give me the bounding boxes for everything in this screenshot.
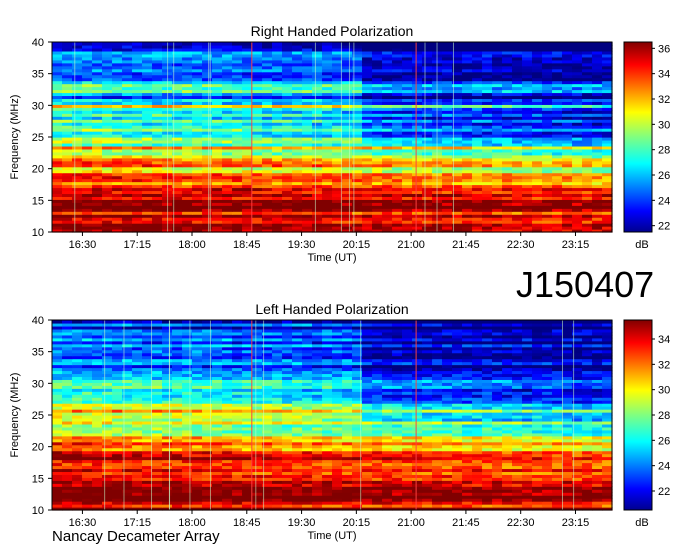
spectrogram-cell [382, 42, 393, 46]
spectrogram-cell [142, 42, 153, 46]
spectrogram-cell [272, 42, 283, 46]
x-tick-label: 21:45 [452, 239, 480, 251]
spectrogram-cell [112, 42, 123, 46]
panel-left-handed: Left Handed Polarization10152025303540Fr… [9, 301, 670, 542]
spectrogram-cell [232, 42, 243, 46]
y-tick-label: 20 [32, 164, 44, 176]
spectrogram-cell [542, 42, 553, 46]
spectrogram-cell [472, 42, 483, 46]
spectrogram-cell [372, 42, 383, 46]
spectrogram-cell [62, 42, 73, 46]
x-tick-label: 18:45 [233, 239, 261, 251]
x-tick-label: 23:15 [562, 239, 590, 251]
spectrogram-cell [462, 42, 473, 46]
x-tick-label: 19:30 [288, 239, 316, 251]
spectrogram-cell [522, 42, 533, 46]
spectrogram-cells [52, 42, 613, 233]
chart-title: Right Handed Polarization [251, 23, 414, 39]
spectrogram-cell [312, 42, 323, 46]
spectrogram-cell [92, 42, 103, 46]
colorbar-tick-label: 24 [658, 195, 670, 207]
spectrogram-cell [482, 42, 493, 46]
y-tick-label: 25 [32, 132, 44, 144]
spectrogram-cell [412, 42, 423, 46]
spectrogram-cell [572, 42, 583, 46]
y-tick-label: 40 [32, 37, 44, 49]
y-tick-label: 15 [32, 195, 44, 207]
spectrogram-cell [602, 42, 613, 46]
x-tick-label: 18:00 [178, 239, 206, 251]
panel-right-handed: Right Handed Polarization 10 15 20 25 30 35 40 F… [9, 23, 670, 264]
colorbar-tick-label: 26 [658, 170, 670, 182]
spectrogram-cell [122, 42, 133, 46]
x-tick-label: 16:30 [69, 239, 97, 251]
colorbar-tick-label: 34 [658, 69, 670, 81]
spectrogram-cells [52, 320, 613, 511]
colorbar-tick-label: 36 [658, 43, 670, 55]
spectrogram-cell [242, 42, 253, 46]
spectrogram-cell [442, 42, 453, 46]
y-axis-label: Frequency (MHz) [9, 95, 21, 180]
spectrogram-cell [512, 42, 523, 46]
spectrogram-cell [552, 42, 563, 46]
spectrogram-cell [302, 42, 313, 46]
colorbar-tick-label: 30 [658, 119, 670, 131]
spectrogram-cell [252, 42, 263, 46]
spectrogram-cell [532, 42, 543, 46]
spectrogram-cell [222, 42, 233, 46]
spectrogram-cell [322, 42, 333, 46]
colorbar-tick-label: 32 [658, 94, 670, 106]
spectrogram-cell [342, 42, 353, 46]
y-tick-label: 30 [32, 100, 44, 112]
spectrogram-cell [132, 42, 143, 46]
spectrogram-cell [152, 42, 163, 46]
spectrogram-cell [592, 42, 603, 46]
spectrogram-cell [52, 42, 63, 46]
spectrogram-cell [582, 42, 593, 46]
spectrogram-cell [562, 42, 573, 46]
spectrogram-cell [392, 42, 403, 46]
spectrogram-cell [82, 42, 93, 46]
spectrogram-cell [202, 42, 213, 46]
spectrogram-cell [102, 42, 113, 46]
spectrogram-cell [182, 42, 193, 46]
spectrogram-cell [282, 42, 293, 46]
spectrogram-cell [292, 42, 303, 46]
x-tick-label: 17:15 [123, 239, 151, 251]
y-tick-label: 10 [32, 227, 44, 239]
spectrogram-cell [362, 42, 373, 46]
spectrogram-cell [72, 42, 83, 46]
x-tick-label: 21:00 [397, 239, 425, 251]
spectrogram-cell [192, 42, 203, 46]
spectrogram-cell [502, 42, 513, 46]
spectrogram-cell [492, 42, 503, 46]
x-axis-label: Time (UT) [307, 252, 356, 264]
colorbar [623, 41, 653, 233]
spectrogram-cell [422, 42, 433, 46]
spectrogram-cell [402, 42, 413, 46]
x-tick-label: 22:30 [507, 239, 535, 251]
x-tick-label: 20:15 [343, 239, 371, 251]
colorbar-label: dB [635, 239, 648, 251]
spectrogram-cell [262, 42, 273, 46]
y-tick-label: 35 [32, 69, 44, 81]
colorbar-tick-label: 28 [658, 145, 670, 157]
colorbar-tick-label: 22 [658, 221, 670, 233]
spectrogram-cell [212, 42, 223, 46]
